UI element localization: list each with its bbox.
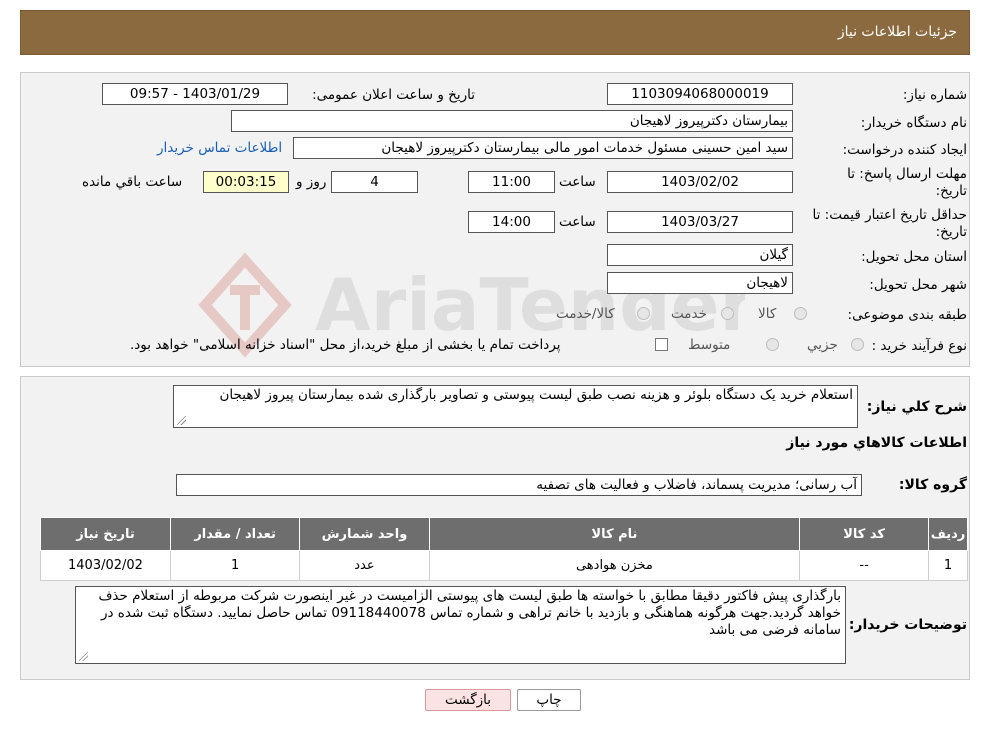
province-field: گیلان xyxy=(607,244,793,266)
process-radio-minor[interactable] xyxy=(851,338,864,351)
goods-section-title: اطلاعات كالاهاي مورد نياز xyxy=(786,435,967,451)
buyer-field: بیمارستان دکترپیروز لاهیجان xyxy=(231,110,793,132)
cell-row: 1 xyxy=(928,550,968,581)
buyer-notes-label: توضیحات خریدار: xyxy=(848,617,967,633)
days-label: روز و xyxy=(296,174,327,190)
cell-date: 1403/02/02 xyxy=(40,550,171,581)
description-label: شرح كلي نياز: xyxy=(866,399,967,415)
validity-date-field: 1403/03/27 xyxy=(607,211,793,233)
process-radio-medium[interactable] xyxy=(766,338,779,351)
category-option-goods: کالا xyxy=(758,306,777,322)
col-qty: تعداد / مقدار xyxy=(169,517,301,551)
col-unit: واحد شمارش xyxy=(299,517,430,551)
buyer-contact-link[interactable]: اطلاعات تماس خریدار xyxy=(157,140,282,156)
city-field: لاهیجان xyxy=(607,272,793,294)
deadline-label-line1: مهلت ارسال پاسخ: تا xyxy=(847,166,967,182)
creator-field: سید امین حسینی مسئول خدمات امور مالی بیم… xyxy=(293,137,793,159)
col-date: تاريخ نياز xyxy=(40,517,171,551)
resize-grip-icon[interactable] xyxy=(177,416,186,425)
goods-group-field: آب رسانی؛ مدیریت پسماند، فاضلاب و فعالیت… xyxy=(176,474,862,496)
table-header-row: رديف كد كالا نام كالا واحد شمارش تعداد /… xyxy=(40,517,968,551)
remaining-time-field: 00:03:15 xyxy=(203,171,289,193)
announce-label: تاریخ و ساعت اعلان عمومی: xyxy=(312,87,475,103)
back-button[interactable]: بازگشت xyxy=(425,689,511,711)
page-title: جزئیات اطلاعات نیاز xyxy=(837,24,957,40)
col-code: كد كالا xyxy=(799,517,930,551)
cell-unit: عدد xyxy=(299,550,430,581)
buyer-notes-textarea[interactable]: بارگذاری پیش فاکتور دقیقا مطابق با خواست… xyxy=(75,586,846,664)
cell-qty: 1 xyxy=(169,550,301,581)
category-label: طبقه بندی موضوعی: xyxy=(847,307,967,323)
creator-label: ایجاد کننده درخواست: xyxy=(842,142,967,158)
process-option-medium: متوسط xyxy=(688,337,731,353)
remaining-label: ساعت باقي مانده xyxy=(82,174,183,190)
validity-time-field: 14:00 xyxy=(468,211,555,233)
deadline-time-label: ساعت xyxy=(559,174,596,190)
validity-time-label: ساعت xyxy=(559,214,596,230)
items-table: رديف كد كالا نام كالا واحد شمارش تعداد /… xyxy=(40,517,968,581)
description-text: استعلام خرید یک دستگاه بلوئر و هزینه نصب… xyxy=(219,387,854,403)
payment-note: پرداخت تمام یا بخشی از مبلغ خرید،از محل … xyxy=(130,337,561,353)
deadline-time-field: 11:00 xyxy=(468,171,555,193)
validity-label-line2: تاریخ: xyxy=(935,224,967,240)
process-option-minor: جزیي xyxy=(807,337,838,353)
cell-code: -- xyxy=(799,550,930,581)
col-name: نام كالا xyxy=(428,517,801,551)
deadline-label-line2: تاریخ: xyxy=(935,183,967,199)
deadline-date-field: 1403/02/02 xyxy=(607,171,793,193)
category-option-goods-service: کالا/خدمت xyxy=(556,306,615,322)
process-label: نوع فرآیند خرید : xyxy=(871,338,967,354)
category-option-service: خدمت xyxy=(671,306,707,322)
goods-group-label: گروه کالا: xyxy=(898,477,967,493)
need-number-field: 1103094068000019 xyxy=(607,83,793,105)
payment-checkbox[interactable] xyxy=(655,338,668,351)
validity-label-line1: حداقل تاریخ اعتبار قیمت: تا xyxy=(812,207,967,223)
buyer-label: نام دستگاه خریدار: xyxy=(860,115,967,131)
category-radio-goods-service[interactable] xyxy=(637,307,650,320)
print-button[interactable]: چاپ xyxy=(517,689,581,711)
announce-field: 1403/01/29 - 09:57 xyxy=(102,83,288,105)
buyer-notes-text: بارگذاری پیش فاکتور دقیقا مطابق با خواست… xyxy=(98,588,841,638)
resize-grip-icon[interactable] xyxy=(79,652,88,661)
table-row: 1 -- مخزن هوادهی عدد 1 1403/02/02 xyxy=(40,550,968,581)
province-label: استان محل تحویل: xyxy=(861,249,967,265)
col-row: رديف xyxy=(928,517,968,551)
category-radio-goods[interactable] xyxy=(794,307,807,320)
description-textarea[interactable]: استعلام خرید یک دستگاه بلوئر و هزینه نصب… xyxy=(173,385,858,428)
category-radio-service[interactable] xyxy=(721,307,734,320)
page-header: جزئیات اطلاعات نیاز xyxy=(20,10,970,55)
need-number-label: شماره نیاز: xyxy=(902,87,967,103)
city-label: شهر محل تحویل: xyxy=(869,277,967,293)
cell-name: مخزن هوادهی xyxy=(428,550,801,581)
days-field: 4 xyxy=(331,171,418,193)
